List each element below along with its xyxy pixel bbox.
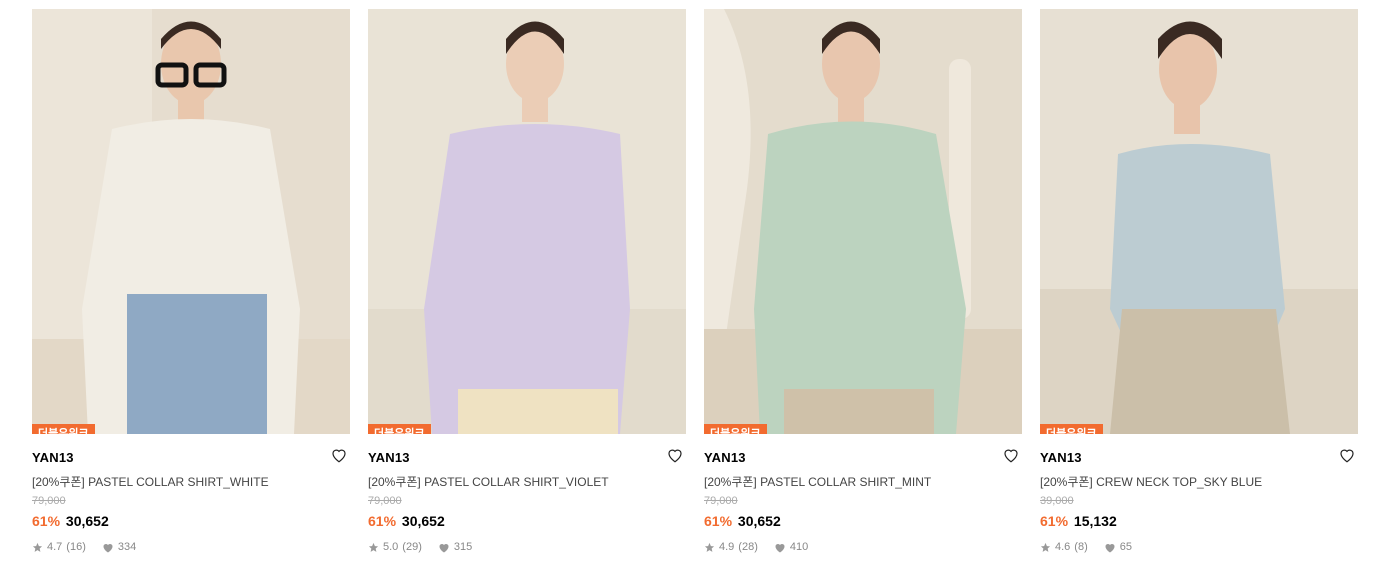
sale-price: 30,652	[401, 513, 445, 529]
brand-name[interactable]: YAN13	[704, 450, 1022, 465]
rating-value: 5.0	[383, 541, 399, 553]
heart-count-icon	[102, 542, 114, 553]
product-image[interactable]: 더블유위크	[1040, 9, 1358, 434]
product-photo	[704, 9, 1022, 434]
promo-badge: 더블유위크	[32, 424, 95, 434]
product-image[interactable]: 더블유위크	[704, 9, 1022, 434]
product-card[interactable]: 더블유위크 YAN13 [20%쿠폰] PASTEL COLLAR SHIRT_…	[368, 9, 686, 554]
wishlist-heart-icon[interactable]	[330, 446, 348, 464]
wishlist-heart-icon[interactable]	[1002, 446, 1020, 464]
product-meta: 4.9 (28) 410	[704, 540, 1022, 554]
promo-badge: 더블유위크	[1040, 424, 1103, 434]
like-count: 315	[453, 541, 473, 553]
heart-count-icon	[1104, 542, 1116, 553]
like-count: 334	[117, 541, 137, 553]
like-count: 65	[1119, 541, 1132, 553]
review-count: (16)	[66, 541, 86, 553]
discount-rate: 61%	[704, 513, 733, 529]
product-photo	[368, 9, 686, 434]
product-name[interactable]: [20%쿠폰] CREW NECK TOP_SKY BLUE	[1040, 473, 1358, 489]
product-meta: 5.0 (29) 315	[368, 540, 686, 554]
star-icon	[368, 542, 379, 553]
review-count: (8)	[1074, 541, 1088, 553]
product-image[interactable]: 더블유위크	[32, 9, 350, 434]
brand-name[interactable]: YAN13	[32, 450, 350, 465]
rating-value: 4.6	[1055, 541, 1071, 553]
original-price: 39,000	[1040, 495, 1074, 507]
wishlist-heart-icon[interactable]	[666, 446, 684, 464]
product-photo	[32, 9, 350, 434]
original-price: 79,000	[368, 495, 402, 507]
wishlist-heart-icon[interactable]	[1338, 446, 1356, 464]
sale-price: 15,132	[1073, 513, 1117, 529]
heart-count-icon	[774, 542, 786, 553]
promo-badge: 더블유위크	[368, 424, 431, 434]
sale-price: 30,652	[737, 513, 781, 529]
product-image[interactable]: 더블유위크	[368, 9, 686, 434]
promo-badge: 더블유위크	[704, 424, 767, 434]
discount-rate: 61%	[368, 513, 397, 529]
discount-rate: 61%	[32, 513, 61, 529]
review-count: (28)	[738, 541, 758, 553]
star-icon	[704, 542, 715, 553]
rating-value: 4.9	[719, 541, 735, 553]
product-grid: 더블유위크 YAN13 [20%쿠폰] PASTEL COLLAR SHIRT_…	[32, 9, 1358, 554]
rating-value: 4.7	[47, 541, 63, 553]
product-card[interactable]: 더블유위크 YAN13 [20%쿠폰] CREW NECK TOP_SKY BL…	[1040, 9, 1358, 554]
brand-name[interactable]: YAN13	[368, 450, 686, 465]
product-card[interactable]: 더블유위크 YAN13 [20%쿠폰] PASTEL COLLAR SHIRT_…	[704, 9, 1022, 554]
discount-rate: 61%	[1040, 513, 1069, 529]
product-photo	[1040, 9, 1358, 434]
sale-price: 30,652	[65, 513, 109, 529]
product-card[interactable]: 더블유위크 YAN13 [20%쿠폰] PASTEL COLLAR SHIRT_…	[32, 9, 350, 554]
original-price: 79,000	[32, 495, 66, 507]
brand-name[interactable]: YAN13	[1040, 450, 1358, 465]
review-count: (29)	[402, 541, 422, 553]
star-icon	[32, 542, 43, 553]
product-name[interactable]: [20%쿠폰] PASTEL COLLAR SHIRT_WHITE	[32, 473, 350, 489]
like-count: 410	[789, 541, 809, 553]
original-price: 79,000	[704, 495, 738, 507]
product-name[interactable]: [20%쿠폰] PASTEL COLLAR SHIRT_VIOLET	[368, 473, 686, 489]
product-meta: 4.6 (8) 65	[1040, 540, 1358, 554]
star-icon	[1040, 542, 1051, 553]
heart-count-icon	[438, 542, 450, 553]
product-name[interactable]: [20%쿠폰] PASTEL COLLAR SHIRT_MINT	[704, 473, 1022, 489]
product-meta: 4.7 (16) 334	[32, 540, 350, 554]
